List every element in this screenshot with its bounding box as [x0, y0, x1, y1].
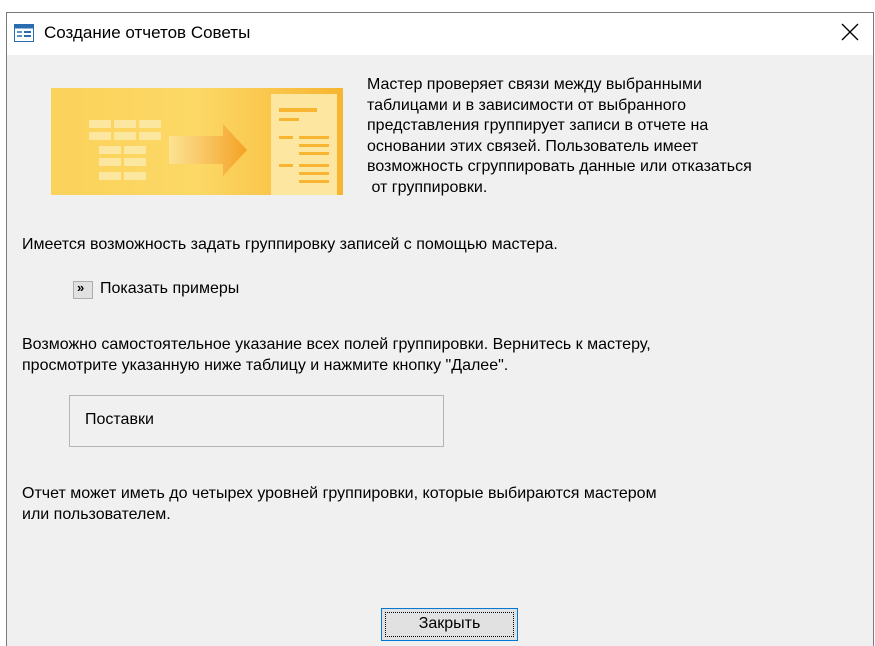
close-button-label: Закрыть [418, 615, 481, 632]
table-name-box: Поставки [69, 395, 444, 447]
report-wizard-banner-image [51, 88, 343, 195]
show-examples-button[interactable]: » [73, 280, 93, 299]
close-button[interactable]: Закрыть [381, 608, 518, 641]
grouping-levels-text-line: или пользователем. [22, 506, 171, 523]
description-line: таблицами и в зависимости от выбранного [367, 96, 686, 114]
close-window-button[interactable] [827, 13, 873, 53]
grouping-levels-text-line: Отчет может иметь до четырех уровней гру… [22, 485, 657, 502]
description-line: представления группирует записи в отчете… [367, 117, 709, 134]
show-examples-label[interactable]: Показать примеры [100, 280, 239, 298]
manual-grouping-text-line: Возможно самостоятельное указание всех п… [22, 336, 651, 353]
title-bar: Создание отчетов Советы [7, 13, 873, 55]
tips-dialog: Создание отчетов Советы Мастер проверяет… [6, 12, 874, 646]
table-name: Поставки [85, 411, 154, 428]
description-line: от группировки. [367, 178, 488, 196]
description-line: Мастер проверяет связи между выбранными [367, 76, 702, 93]
description-line: основании этих связей. Пользователь имее… [367, 137, 699, 155]
wizard-grouping-text: Имеется возможность задать группировку з… [22, 236, 558, 253]
manual-grouping-text-line: просмотрите указанную ниже таблицу и наж… [22, 357, 509, 374]
window-title: Создание отчетов Советы [44, 23, 251, 42]
double-chevron-right-icon: » [77, 280, 85, 295]
wizard-description: Мастер проверяет связи между выбранными … [367, 75, 867, 198]
form-window-icon [14, 24, 34, 42]
description-line: возможность сгруппировать данные или отк… [367, 158, 752, 175]
